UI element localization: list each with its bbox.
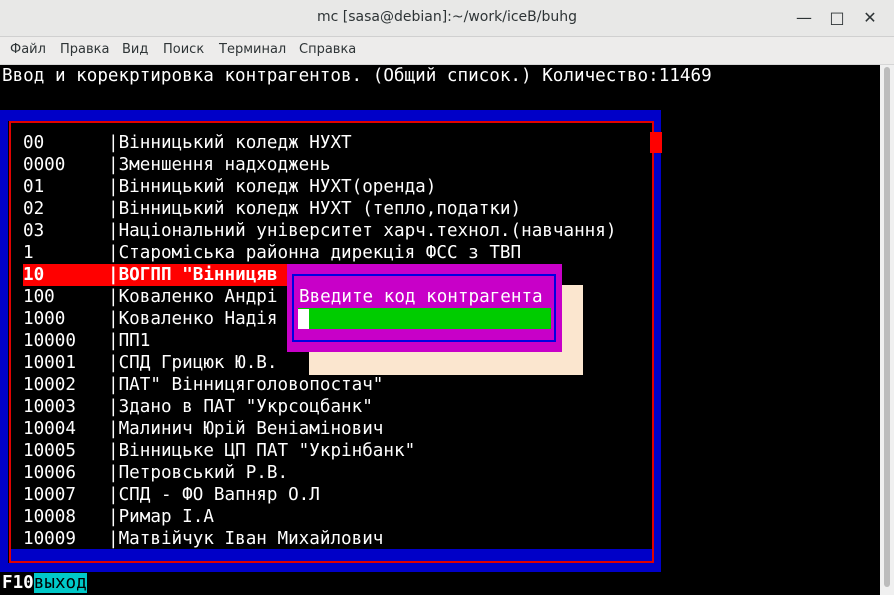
contractor-code: 10 [23, 265, 45, 285]
list-item[interactable]: 1 |Староміська районна дирекція ФСС з ТВП [23, 242, 616, 264]
column-separator: | [108, 331, 119, 351]
column-separator: | [108, 375, 119, 395]
close-icon[interactable]: ✕ [858, 6, 882, 30]
title-bar: mc [sasa@debian]:~/work/iceB/buhg — □ ✕ [0, 0, 894, 37]
column-separator: | [108, 199, 119, 219]
list-item[interactable]: 10003 |Здано в ПАТ "Укрсоцбанк" [23, 396, 616, 418]
list-item[interactable]: 00 |Вінницький коледж НУХТ [23, 132, 616, 154]
list-item[interactable]: 10009 |Матвійчук Іван Михайлович [23, 528, 616, 550]
contractor-name: Національний університет харч.технол.(на… [118, 221, 617, 241]
dialog-prompt: Введите код контрагента [299, 287, 543, 307]
column-separator: | [108, 155, 119, 175]
contractor-code: 10001 [23, 353, 76, 373]
contractor-name: СПД - ФО Вапняр О.Л [118, 485, 320, 505]
list-bottom-strip [11, 549, 652, 561]
contractor-code: 10008 [23, 507, 76, 527]
menu-edit[interactable]: Правка [60, 42, 109, 57]
list-item[interactable]: 10 |ВОГПП "Вінницяв [23, 264, 288, 286]
maximize-icon[interactable]: □ [825, 6, 849, 30]
contractor-name: Вінницький коледж НУХТ(оренда) [118, 177, 437, 197]
contractor-name: ВОГПП "Вінницяв [118, 265, 278, 285]
contractor-code: 100 [23, 287, 55, 307]
column-separator: | [108, 309, 119, 329]
list-item[interactable]: 02 |Вінницький коледж НУХТ (тепло,податки… [23, 198, 616, 220]
contractor-name: Вінницький коледж НУХТ (тепло,податки) [118, 199, 522, 219]
column-separator: | [108, 243, 119, 263]
list-item[interactable]: 01 |Вінницький коледж НУХТ(оренда) [23, 176, 616, 198]
contractor-code: 10006 [23, 463, 76, 483]
contractor-code: 10004 [23, 419, 76, 439]
contractor-name: Староміська районна дирекція ФСС з ТВП [118, 243, 522, 263]
exit-button[interactable]: выход [33, 573, 87, 593]
minimize-icon[interactable]: — [792, 6, 816, 30]
column-separator: | [108, 133, 119, 153]
contractor-name: Малинич Юрій Веніамінович [118, 419, 384, 439]
contractor-code: 10002 [23, 375, 76, 395]
contractor-code: 10007 [23, 485, 76, 505]
menu-help[interactable]: Справка [299, 42, 356, 57]
column-separator: | [108, 507, 119, 527]
column-separator: | [108, 529, 119, 549]
contractor-name: Зменшення надходжень [118, 155, 331, 175]
contractor-code: 10003 [23, 397, 76, 417]
contractor-name: СПД Грицюк Ю.В. [118, 353, 278, 373]
contractor-code: 03 [23, 221, 45, 241]
contractor-name: Вінницьке ЦП ПАТ "Укрінбанк" [118, 441, 416, 461]
f10-key[interactable]: F10 [2, 573, 34, 593]
list-item[interactable]: 10004 |Малинич Юрій Веніамінович [23, 418, 616, 440]
list-item[interactable]: 10007 |СПД - ФО Вапняр О.Л [23, 484, 616, 506]
column-separator: | [108, 419, 119, 439]
contractor-name: Петровський Р.В. [118, 463, 289, 483]
contractor-name: Матвійчук Іван Михайлович [118, 529, 384, 549]
contractor-name: Коваленко Андрі [118, 287, 278, 307]
list-item[interactable]: 03 |Національний університет харч.технол.… [23, 220, 616, 242]
contractor-name: Римар І.А [118, 507, 214, 527]
column-separator: | [108, 353, 119, 373]
window-title: mc [sasa@debian]:~/work/iceB/buhg [317, 9, 577, 25]
column-separator: | [108, 265, 119, 285]
column-separator: | [108, 177, 119, 197]
contractor-code-input[interactable] [298, 308, 551, 329]
column-separator: | [108, 287, 119, 307]
scrollbar-thumb[interactable] [884, 67, 890, 587]
contractor-name: Здано в ПАТ "Укрсоцбанк" [118, 397, 373, 417]
menu-file[interactable]: Файл [10, 42, 46, 57]
contractor-name: Вінницький коледж НУХТ [118, 133, 352, 153]
column-separator: | [108, 485, 119, 505]
contractor-code: 1 [23, 243, 34, 263]
contractor-name: ПП1 [118, 331, 151, 351]
list-item[interactable]: 0000 |Зменшення надходжень [23, 154, 616, 176]
list-item[interactable]: 10002 |ПАТ" Вінницяголовопостач" [23, 374, 616, 396]
column-separator: | [108, 441, 119, 461]
screen-header: Ввод и корекртировка контрагентов. (Общи… [2, 66, 712, 86]
menu-terminal[interactable]: Терминал [219, 42, 286, 57]
contractor-code: 02 [23, 199, 45, 219]
menu-view[interactable]: Вид [122, 42, 148, 57]
contractor-name: ПАТ" Вінницяголовопостач" [118, 375, 384, 395]
contractor-code: 0000 [23, 155, 66, 175]
terminal-scrollbar[interactable] [880, 65, 894, 595]
contractor-code: 10000 [23, 331, 76, 351]
menu-search[interactable]: Поиск [163, 42, 204, 57]
list-item[interactable]: 10005 |Вінницьке ЦП ПАТ "Укрінбанк" [23, 440, 616, 462]
contractor-code: 10005 [23, 441, 76, 461]
menu-bar: Файл Правка Вид Поиск Терминал Справка [0, 37, 894, 65]
text-cursor [298, 309, 309, 329]
list-scroll-indicator [650, 132, 662, 153]
list-item[interactable]: 10006 |Петровський Р.В. [23, 462, 616, 484]
contractor-code: 10009 [23, 529, 76, 549]
column-separator: | [108, 463, 119, 483]
function-key-bar: F10выход [2, 573, 87, 593]
column-separator: | [108, 221, 119, 241]
contractor-code: 1000 [23, 309, 66, 329]
contractor-name: Коваленко Надія [118, 309, 278, 329]
contractor-code: 00 [23, 133, 45, 153]
list-item[interactable]: 10008 |Римар І.А [23, 506, 616, 528]
contractor-code: 01 [23, 177, 45, 197]
column-separator: | [108, 397, 119, 417]
